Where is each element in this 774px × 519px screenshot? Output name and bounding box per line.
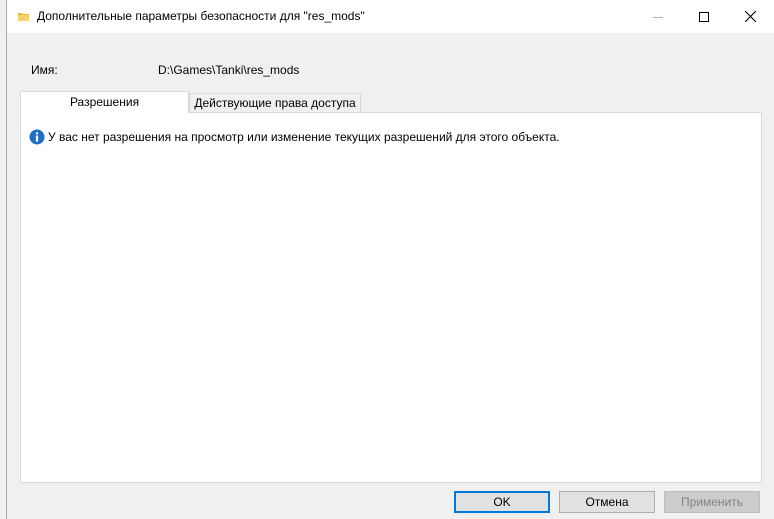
maximize-button[interactable] — [681, 0, 727, 33]
no-permission-message: У вас нет разрешения на просмотр или изм… — [48, 130, 560, 144]
title-bar[interactable]: Дополнительные параметры безопасности дл… — [7, 0, 774, 33]
minimize-icon — [653, 16, 663, 18]
info-icon — [29, 129, 45, 145]
ok-button[interactable]: OK — [454, 491, 550, 513]
close-icon — [744, 11, 756, 22]
minimize-button[interactable] — [635, 0, 681, 33]
apply-button[interactable]: Применить — [664, 491, 760, 513]
tab-permissions[interactable]: Разрешения — [20, 91, 189, 113]
folder-icon — [18, 13, 29, 21]
cancel-button[interactable]: Отмена — [559, 491, 655, 513]
close-button[interactable] — [727, 0, 773, 33]
object-path: D:\Games\Tanki\res_mods — [158, 63, 300, 77]
maximize-icon — [699, 11, 709, 22]
advanced-security-dialog: Дополнительные параметры безопасности дл… — [6, 0, 774, 519]
permissions-panel: У вас нет разрешения на просмотр или изм… — [20, 112, 762, 483]
tab-effective-access[interactable]: Действующие права доступа — [189, 93, 361, 113]
name-label: Имя: — [31, 63, 58, 77]
window-title: Дополнительные параметры безопасности дл… — [37, 9, 365, 23]
